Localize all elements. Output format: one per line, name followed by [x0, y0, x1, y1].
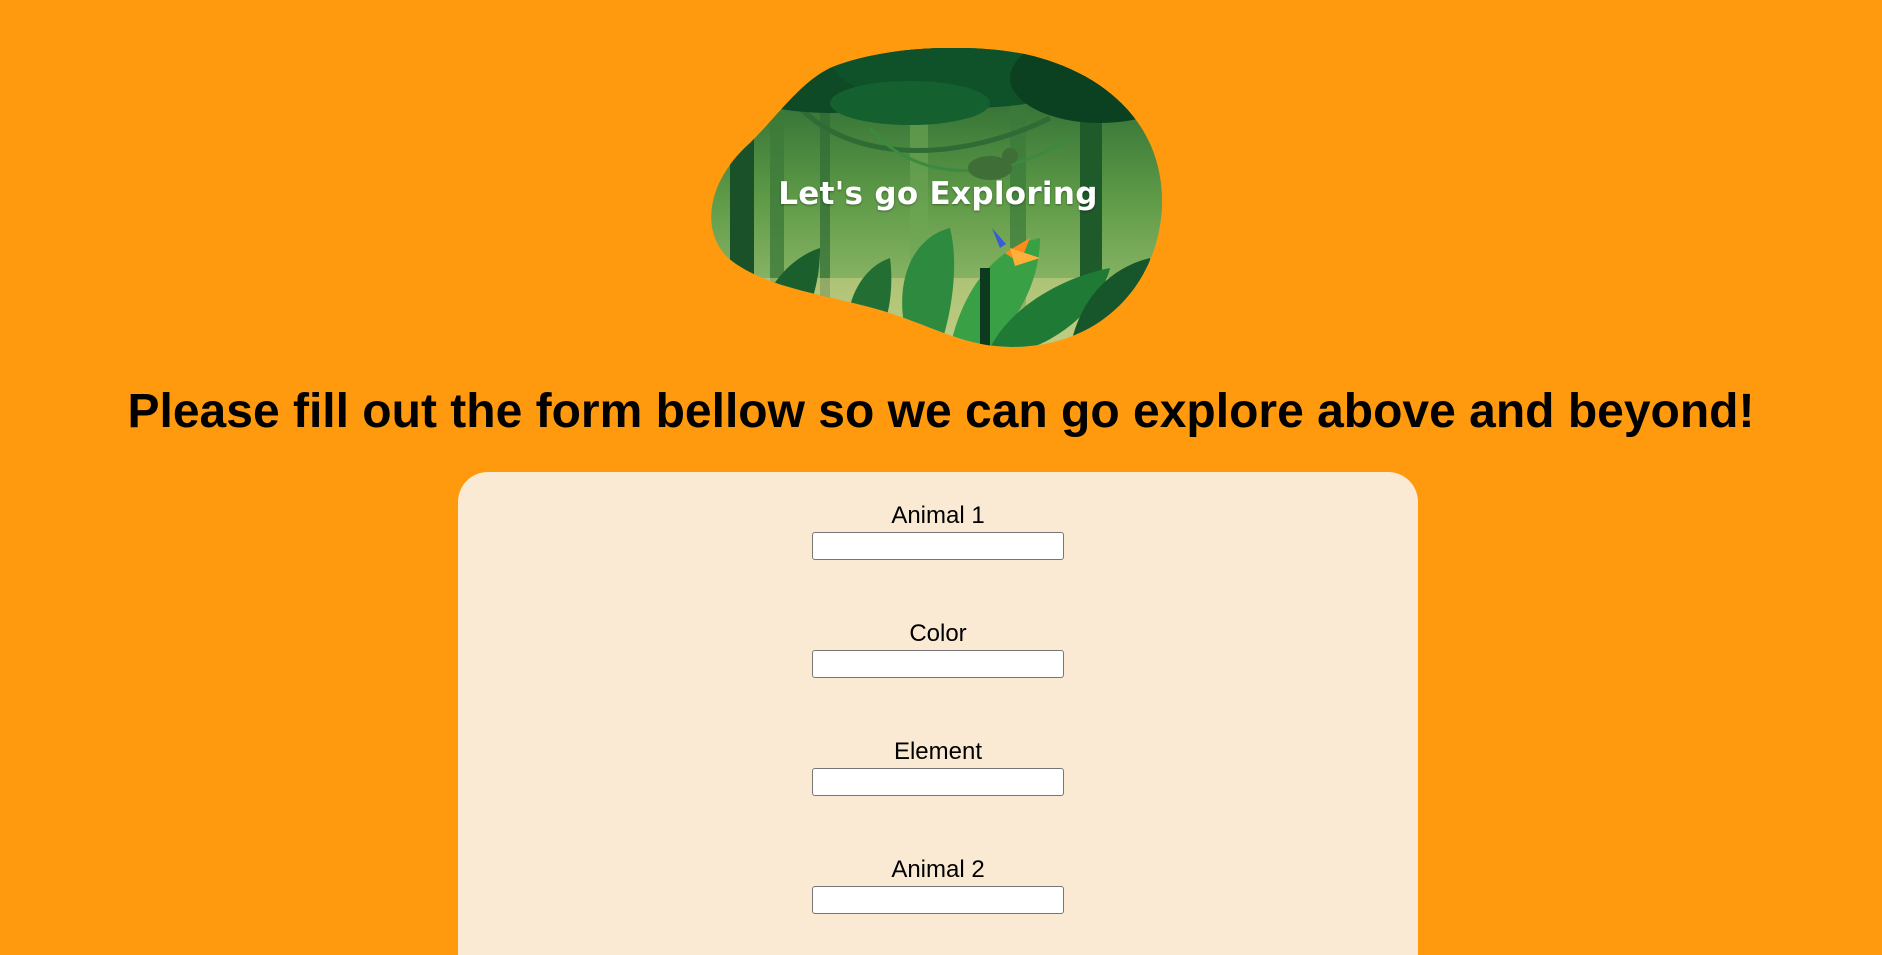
page-headline: Please fill out the form bellow so we ca… — [127, 385, 1755, 438]
form-card: Animal 1 Color Element Animal 2 — [458, 472, 1418, 955]
field-animal-1: Animal 1 — [458, 502, 1418, 560]
field-element: Element — [458, 738, 1418, 796]
animal-2-input[interactable] — [812, 886, 1064, 914]
color-input[interactable] — [812, 650, 1064, 678]
field-animal-2: Animal 2 — [458, 856, 1418, 914]
field-label: Animal 1 — [891, 502, 985, 529]
element-input[interactable] — [812, 768, 1064, 796]
animal-1-input[interactable] — [812, 532, 1064, 560]
hero-banner: Let's go Exploring — [710, 48, 1166, 348]
field-label: Color — [909, 620, 967, 647]
hero-title: Let's go Exploring — [778, 176, 1098, 212]
field-label: Element — [893, 738, 983, 765]
field-color: Color — [458, 620, 1418, 678]
page: Let's go Exploring Please fill out the f… — [0, 0, 1882, 955]
field-label: Animal 2 — [891, 856, 985, 883]
